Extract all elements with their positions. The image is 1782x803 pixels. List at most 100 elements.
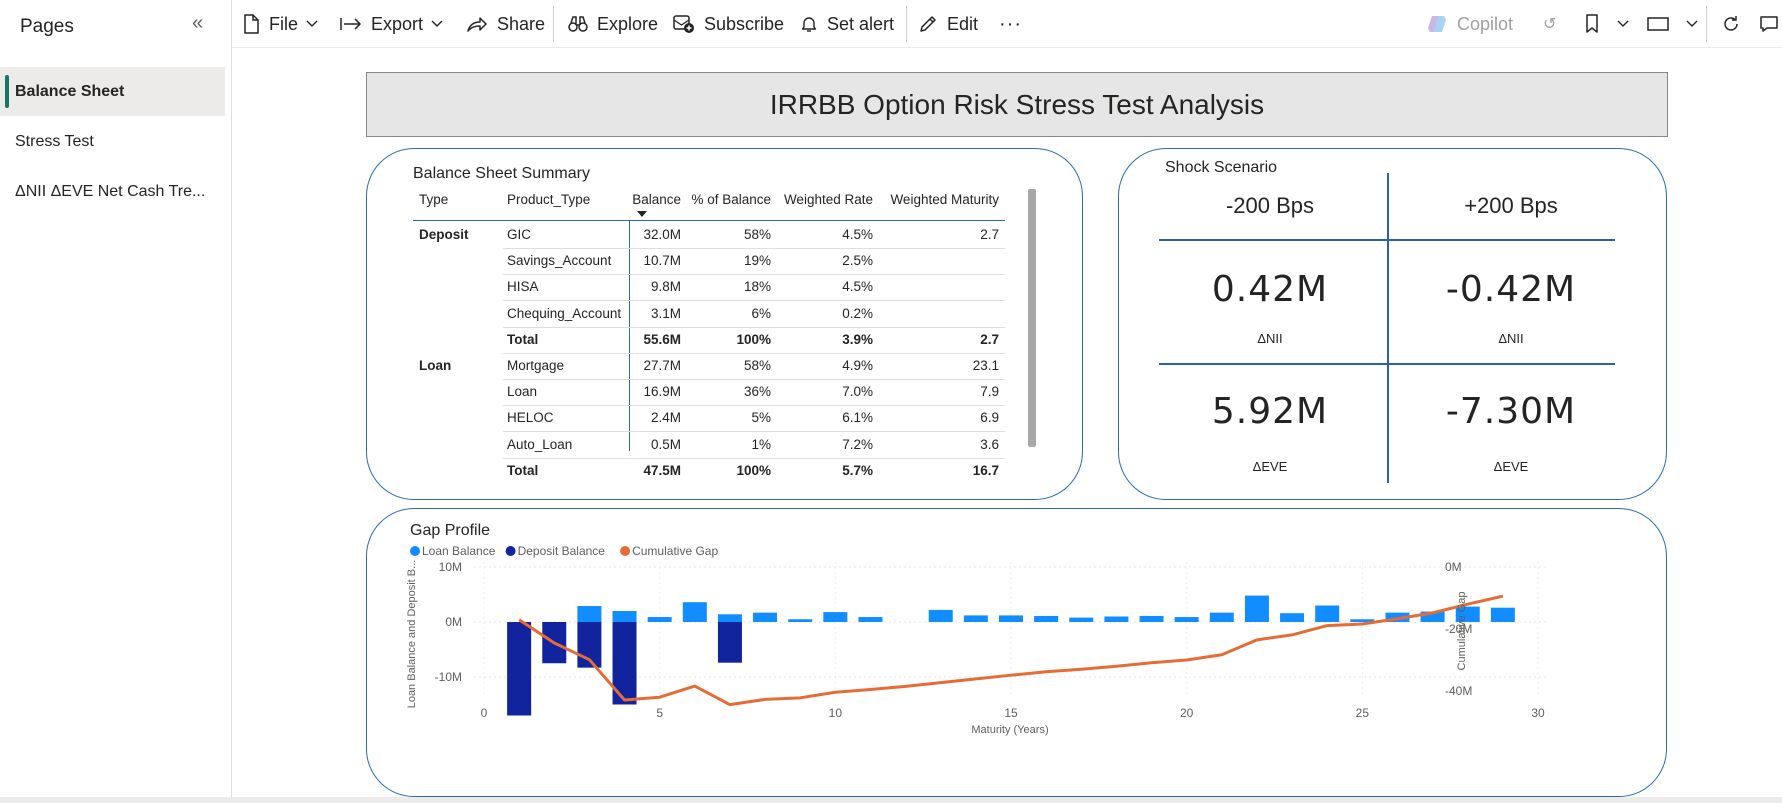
table-cell: 16.7 [972, 462, 999, 478]
loan-balance-bar[interactable] [928, 609, 953, 622]
table-cell: 9.8M [650, 279, 681, 295]
nii-up-value: -0.42M [1445, 269, 1577, 310]
x-axis-tick-label: 30 [1531, 706, 1545, 720]
loan-balance-bar[interactable] [1069, 617, 1094, 622]
table-cell: Chequing_Account [507, 305, 622, 321]
y2-axis-tick-label: -40M [1445, 684, 1472, 698]
refresh-button[interactable] [1722, 0, 1749, 48]
loan-balance-bar[interactable] [1174, 617, 1199, 622]
table-cell: 27.7M [643, 358, 681, 373]
table-cell: 5% [751, 410, 771, 426]
loan-balance-bar[interactable] [999, 615, 1023, 622]
reset-icon[interactable]: ↺ [1543, 0, 1556, 48]
y-axis-tick-label: 10M [439, 560, 462, 574]
y2-axis-title: Cumulative Gap [1456, 592, 1468, 671]
row-divider [503, 457, 1005, 459]
pages-title: Pages [20, 16, 74, 37]
shock-vertical-divider [1387, 173, 1389, 483]
table-cell: 4.5% [842, 227, 873, 242]
loan-balance-bar[interactable] [1209, 612, 1234, 622]
comment-button[interactable] [1759, 0, 1782, 48]
loan-balance-bar[interactable] [1280, 613, 1305, 622]
toolbar-divider [1706, 6, 1707, 42]
table-cell: 7.0% [842, 384, 873, 400]
loan-balance-bar[interactable] [963, 615, 988, 622]
table-cell: Total [507, 331, 539, 347]
loan-balance-bar[interactable] [682, 602, 707, 622]
x-axis-tick-label: 5 [656, 706, 663, 720]
column-header[interactable]: Balance [632, 192, 681, 207]
explore-button[interactable]: Explore [568, 0, 658, 48]
y-axis-tick-label: -10M [435, 670, 462, 684]
loan-balance-bar[interactable] [1034, 615, 1059, 622]
loan-balance-bar[interactable] [788, 619, 813, 622]
page-tab-balance-sheet[interactable]: Balance Sheet [0, 67, 225, 116]
collapse-pane-icon[interactable]: « [192, 12, 203, 35]
column-header[interactable]: Type [419, 192, 448, 207]
legend-item[interactable]: Cumulative Gap [632, 544, 718, 558]
table-cell: 6% [751, 305, 771, 321]
legend-item[interactable]: Deposit Balance [518, 544, 606, 558]
chevron-down-icon [431, 20, 443, 27]
share-icon [467, 17, 487, 32]
loan-balance-bar[interactable] [717, 614, 742, 622]
more-options-button[interactable]: ··· [999, 0, 1022, 48]
column-header[interactable]: Product_Type [507, 192, 590, 207]
view-menu-button[interactable] [1647, 0, 1698, 48]
sort-descending-icon[interactable] [637, 211, 647, 217]
nii-down-label: ΔNII [1257, 331, 1283, 346]
loan-balance-bar[interactable] [612, 611, 637, 622]
bookmark-menu-button[interactable] [1584, 0, 1629, 48]
report-toolbar: File Export Share Explore Subscribe Set … [232, 0, 1782, 48]
table-cell: 32.0M [643, 227, 681, 242]
x-axis-tick-label: 10 [829, 706, 843, 720]
deposit-balance-bar[interactable] [507, 622, 532, 716]
row-divider [503, 405, 1005, 407]
loan-balance-bar[interactable] [1490, 607, 1515, 622]
subscribe-button[interactable]: Subscribe [673, 0, 784, 48]
chevron-down-icon [1686, 20, 1698, 27]
loan-balance-bar[interactable] [753, 612, 778, 622]
row-group-label: Loan [419, 358, 452, 373]
page-tab-stress-test[interactable]: Stress Test [0, 117, 225, 166]
table-cell: 2.5% [842, 253, 873, 269]
loan-balance-bar[interactable] [823, 612, 848, 622]
shock-row-divider [1159, 363, 1615, 365]
loan-balance-bar[interactable] [1315, 605, 1340, 623]
table-cell: 55.6M [643, 331, 681, 347]
loan-balance-bar[interactable] [647, 617, 672, 622]
table-scrollbar[interactable] [1028, 189, 1036, 447]
page-tab-nii-eve-net-cash[interactable]: ΔNII ΔEVE Net Cash Tre... [0, 167, 225, 216]
view-icon [1647, 17, 1669, 31]
pages-pane: Pages « Balance Sheet Stress Test ΔNII Δ… [0, 0, 232, 797]
set-alert-button[interactable]: Set alert [800, 0, 894, 48]
x-axis-tick-label: 20 [1180, 706, 1194, 720]
edit-button[interactable]: Edit [918, 0, 978, 48]
loan-balance-bar[interactable] [858, 617, 883, 622]
table-cell: HISA [507, 279, 539, 295]
export-menu-button[interactable]: Export [340, 0, 443, 48]
comment-icon [1760, 16, 1778, 32]
table-cell: 58% [743, 227, 771, 242]
y-axis-title: Loan Balance and Deposit B... [406, 560, 418, 709]
deposit-balance-bar[interactable] [717, 622, 742, 663]
loan-balance-bar[interactable] [577, 606, 602, 622]
shock-scenario-card: Shock Scenario -200 Bps +200 Bps 0.42M -… [1118, 148, 1667, 500]
column-header[interactable]: % of Balance [691, 192, 771, 207]
bottom-status-strip [0, 797, 1782, 803]
share-button[interactable]: Share [466, 0, 545, 48]
legend-item[interactable]: Loan Balance [422, 544, 496, 558]
copilot-button[interactable]: Copilot [1426, 0, 1513, 48]
export-label: Export [371, 13, 424, 34]
row-header-divider [629, 221, 630, 451]
table-cell: 6.9 [980, 410, 999, 426]
file-menu-button[interactable]: File [242, 0, 318, 48]
loan-balance-bar[interactable] [1244, 595, 1269, 622]
eve-down-value: 5.92M [1211, 391, 1329, 432]
gap-profile-chart[interactable]: Loan Balance Deposit Balance Cumulative Ga… [367, 509, 1666, 796]
loan-balance-bar[interactable] [1104, 616, 1129, 623]
column-header[interactable]: Weighted Rate [784, 192, 873, 207]
column-header[interactable]: Weighted Maturity [890, 192, 999, 207]
loan-balance-bar[interactable] [1139, 615, 1164, 622]
shock-scenario-title: Shock Scenario [1165, 159, 1278, 176]
